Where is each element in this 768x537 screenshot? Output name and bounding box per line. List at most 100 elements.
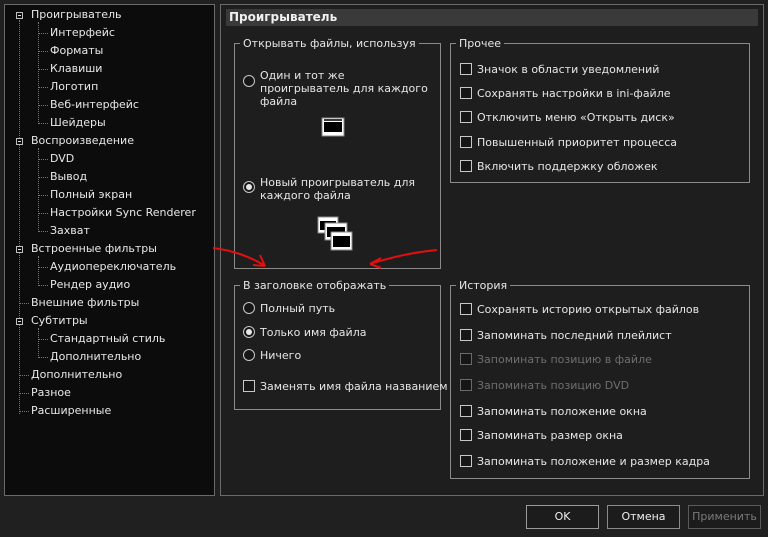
tree-line: [38, 87, 48, 88]
tree-line: [38, 339, 48, 340]
cancel-button[interactable]: Отмена: [607, 505, 680, 529]
tree-item[interactable]: Дополнительно: [5, 349, 210, 365]
tree-line: [38, 213, 48, 214]
tree-item[interactable]: Вывод: [5, 169, 210, 185]
tree-line: [20, 375, 29, 376]
tree-line: [20, 303, 29, 304]
tree-line: [38, 357, 48, 358]
tree-item[interactable]: Разное: [5, 385, 210, 401]
tree-item-label: Стандартный стиль: [50, 332, 166, 345]
checkbox-label: Сохранять историю открытых файлов: [477, 303, 700, 316]
cover-art-checkbox[interactable]: [460, 160, 472, 172]
radio-file-name-only[interactable]: [243, 326, 255, 338]
tree-item-label: Полный экран: [50, 188, 133, 201]
replace-filename-checkbox[interactable]: [243, 380, 255, 392]
remember-window-size-checkbox[interactable]: [460, 429, 472, 441]
tree-item[interactable]: Настройки Sync Renderer: [5, 205, 210, 221]
checkbox-label: Запоминать позицию DVD: [477, 379, 630, 392]
tree-item[interactable]: Субтитры: [5, 313, 210, 329]
checkbox-label: Запоминать размер окна: [477, 429, 623, 442]
title-display-group: В заголовке отображать Полный путь Тольк…: [234, 279, 448, 410]
tree-item-label: Расширенные: [31, 404, 112, 417]
remember-playlist-checkbox[interactable]: [460, 329, 472, 341]
remember-dvd-position-checkbox[interactable]: [460, 379, 472, 391]
settings-tree[interactable]: Проигрыватель Интерфейс Форматы Клавиши …: [4, 4, 215, 496]
tree-line: [38, 33, 48, 34]
history-group: История Сохранять историю открытых файло…: [450, 279, 750, 479]
tree-item-label: Воспроизведение: [31, 134, 134, 147]
tree-item-label: Аудиопереключатель: [50, 260, 177, 273]
single-window-icon: [321, 117, 345, 137]
tree-item[interactable]: Внешние фильтры: [5, 295, 210, 311]
tree-line: [38, 69, 48, 70]
tree-item-label: Веб-интерфейс: [50, 98, 139, 111]
checkbox-label: Заменять имя файла названием: [260, 380, 448, 393]
open-files-group: Открывать файлы, используя Один и тот же…: [234, 37, 441, 269]
tree-item[interactable]: Воспроизведение: [5, 133, 210, 149]
radio-new-player-label[interactable]: Новый проигрыватель для каждого файла: [260, 176, 420, 202]
tree-line: [38, 267, 48, 268]
radio-label: Только имя файла: [260, 326, 367, 339]
high-priority-checkbox[interactable]: [460, 136, 472, 148]
minus-toggle-icon[interactable]: [16, 318, 23, 325]
tree-item[interactable]: Логотип: [5, 79, 210, 95]
minus-toggle-icon[interactable]: [16, 246, 23, 253]
tree-item-label: Проигрыватель: [31, 8, 122, 21]
tree-line: [38, 231, 48, 232]
tree-item-label: Настройки Sync Renderer: [50, 206, 196, 219]
tree-item[interactable]: Дополнительно: [5, 367, 210, 383]
radio-nothing[interactable]: [243, 349, 255, 361]
tree-line: [20, 411, 29, 412]
tree-line: [38, 123, 48, 124]
tree-item[interactable]: Шейдеры: [5, 115, 210, 131]
remember-file-position-checkbox[interactable]: [460, 353, 472, 365]
tree-item[interactable]: Проигрыватель: [5, 7, 210, 23]
group-legend: История: [456, 279, 511, 292]
tree-item-label: Логотип: [50, 80, 99, 93]
apply-button[interactable]: Применить: [688, 505, 761, 529]
ok-button[interactable]: OK: [526, 505, 599, 529]
checkbox-label: Сохранять настройки в ini-файле: [477, 87, 671, 100]
checkbox-label: Запоминать последний плейлист: [477, 329, 672, 342]
minus-toggle-icon[interactable]: [16, 138, 23, 145]
tree-line: [38, 51, 48, 52]
remember-frame-checkbox[interactable]: [460, 455, 472, 467]
tree-item[interactable]: Рендер аудио: [5, 277, 210, 293]
checkbox-label: Запоминать положение окна: [477, 405, 647, 418]
disable-open-disc-checkbox[interactable]: [460, 111, 472, 123]
other-group: Прочее Значок в области уведомлений Сохр…: [450, 37, 750, 183]
tree-item[interactable]: Захват: [5, 223, 210, 239]
radio-full-path[interactable]: [243, 302, 255, 314]
tree-line: [20, 393, 29, 394]
red-arrow-annotation: [212, 247, 438, 269]
tree-item[interactable]: Клавиши: [5, 61, 210, 77]
tree-item[interactable]: Полный экран: [5, 187, 210, 203]
tree-item-label: Клавиши: [50, 62, 103, 75]
ini-settings-checkbox[interactable]: [460, 87, 472, 99]
tree-item[interactable]: Веб-интерфейс: [5, 97, 210, 113]
tree-item[interactable]: Расширенные: [5, 403, 210, 419]
tree-item[interactable]: Интерфейс: [5, 25, 210, 41]
tree-item[interactable]: Стандартный стиль: [5, 331, 210, 347]
tree-item-label: Дополнительно: [31, 368, 123, 381]
checkbox-label: Значок в области уведомлений: [477, 63, 660, 76]
minus-toggle-icon[interactable]: [16, 12, 23, 19]
tree-item[interactable]: DVD: [5, 151, 210, 167]
tree-item[interactable]: Встроенные фильтры: [5, 241, 210, 257]
radio-same-player-label[interactable]: Один и тот же проигрыватель для каждого …: [260, 69, 435, 108]
tree-item-label: Субтитры: [31, 314, 88, 327]
group-legend: Прочее: [456, 37, 505, 50]
radio-label: Ничего: [260, 349, 302, 362]
remember-window-position-checkbox[interactable]: [460, 405, 472, 417]
tray-icon-checkbox[interactable]: [460, 63, 472, 75]
tree-line: [38, 177, 48, 178]
tree-item[interactable]: Аудиопереключатель: [5, 259, 210, 275]
radio-same-player[interactable]: [243, 75, 255, 87]
tree-item[interactable]: Форматы: [5, 43, 210, 59]
radio-new-player[interactable]: [243, 181, 255, 193]
tree-item-label: Встроенные фильтры: [31, 242, 157, 255]
save-history-checkbox[interactable]: [460, 303, 472, 315]
tree-item-label: Шейдеры: [50, 116, 106, 129]
tree-line: [38, 105, 48, 106]
checkbox-label: Включить поддержку обложек: [477, 160, 658, 173]
